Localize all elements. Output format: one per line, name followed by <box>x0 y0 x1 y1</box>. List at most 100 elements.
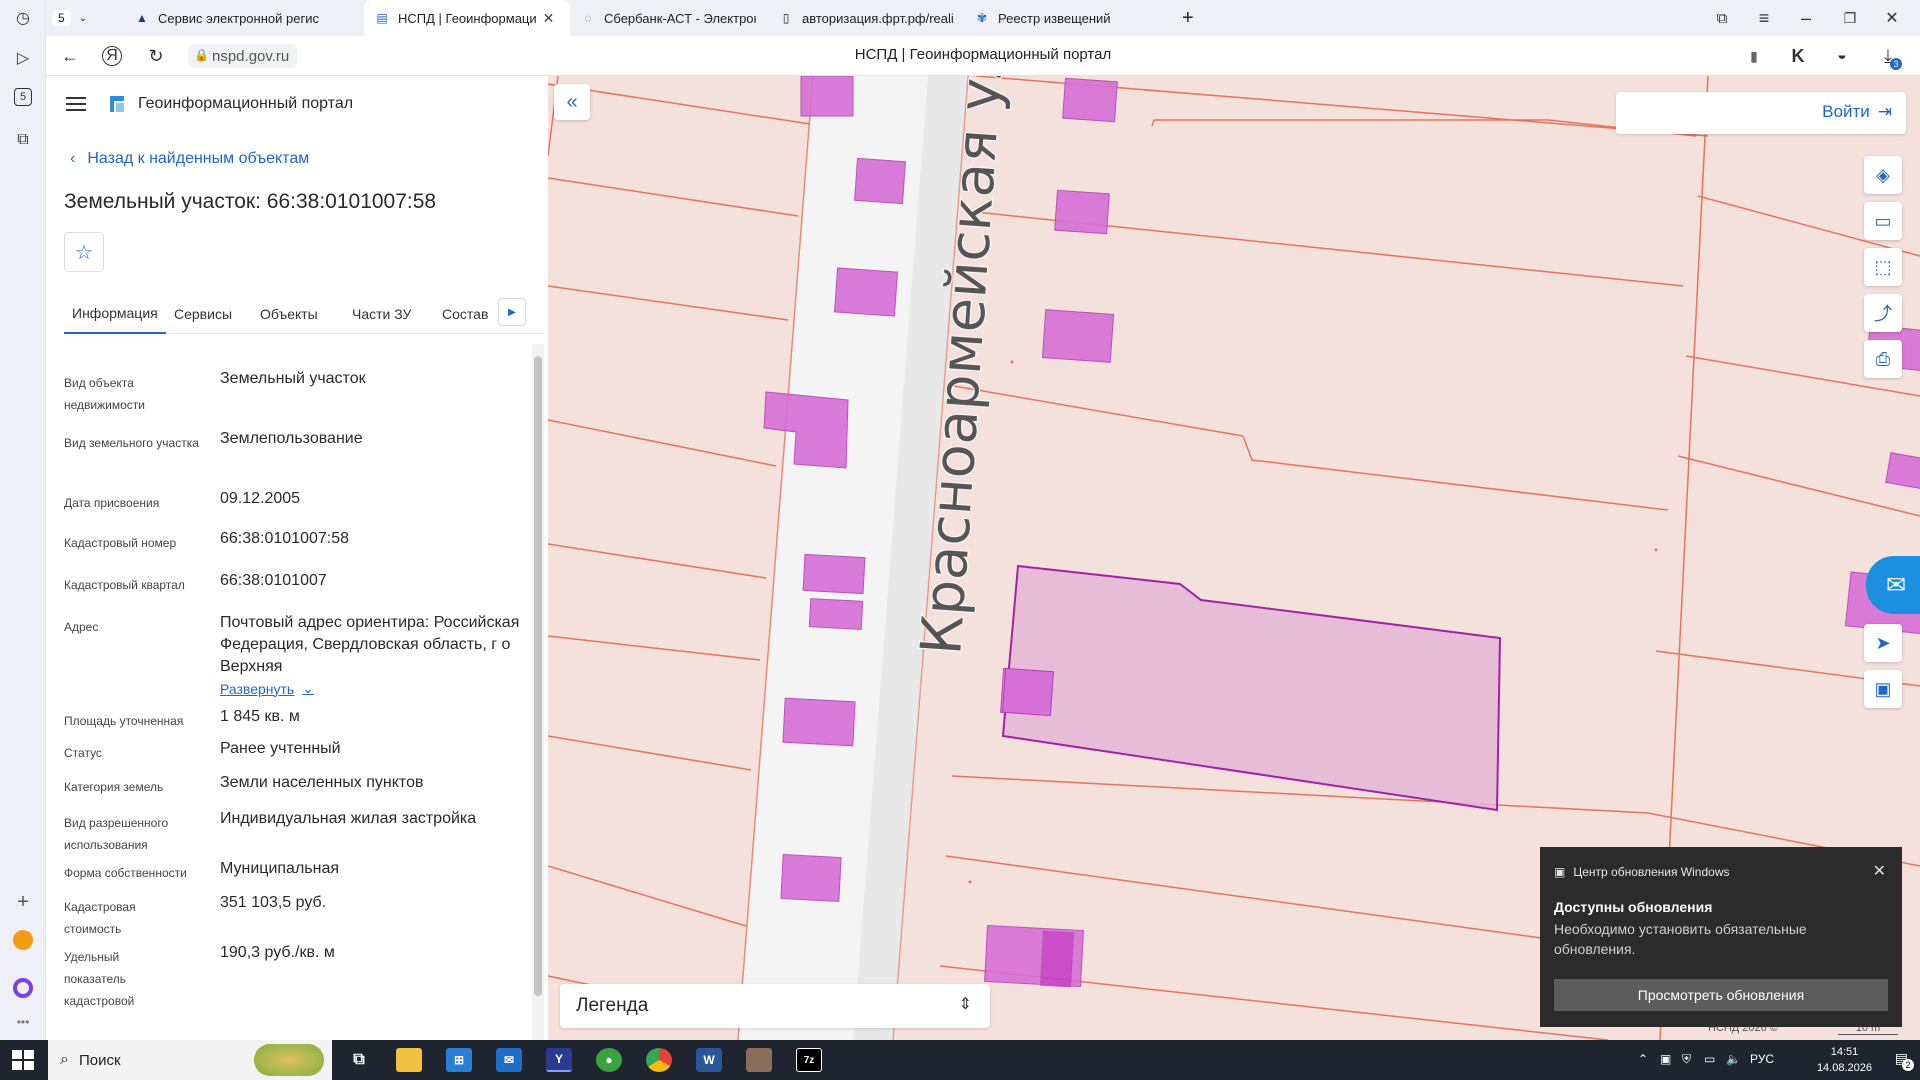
hamburger-menu-icon[interactable] <box>66 97 86 111</box>
feedback-button[interactable]: ✉ <box>1866 556 1920 614</box>
yandex-icon[interactable]: Я <box>102 46 122 66</box>
notifications-icon[interactable]: ▤ 2 <box>1895 1050 1914 1071</box>
close-icon[interactable]: ✕ <box>1873 861 1886 881</box>
info-panel: Геоинформационный портал ‹ Назад к найде… <box>46 76 548 1040</box>
tab-parts[interactable]: Части ЗУ <box>352 294 411 334</box>
url-field[interactable]: 🔒 nspd.gov.ru <box>188 44 298 68</box>
page-title: НСПД | Геоинформационный портал <box>854 46 1112 63</box>
tab-services[interactable]: Сервисы <box>174 294 232 334</box>
yandex-browser-icon[interactable]: Y <box>546 1048 572 1072</box>
tab-service-registration[interactable]: ▲ Сервис электронной регис <box>124 0 364 36</box>
extension-shield-icon[interactable]: ◒ <box>1830 44 1854 68</box>
screenshot-icon[interactable]: ⧉ <box>11 128 35 152</box>
file-explorer-icon[interactable] <box>396 1048 422 1072</box>
field-label: Форма собственности <box>64 866 187 880</box>
play-icon[interactable]: ▷ <box>11 46 35 70</box>
field-label: Площадь уточненная <box>64 714 184 728</box>
windows-start-icon[interactable] <box>12 1050 34 1070</box>
close-window-icon[interactable]: ✕ <box>1880 6 1904 30</box>
registry-favicon-icon: ✾ <box>976 11 988 25</box>
nspd-favicon-icon: ▤ <box>376 11 388 25</box>
photo-app-icon[interactable] <box>746 1048 772 1072</box>
back-arrow-icon[interactable]: ← <box>58 44 82 68</box>
tab-info[interactable]: Информация <box>64 294 166 334</box>
notifications-badge: 2 <box>1902 1059 1914 1071</box>
tab-authorization[interactable]: ▯ авторизация.фрт.рф/reali <box>768 0 964 36</box>
word-icon[interactable]: W <box>696 1048 722 1072</box>
bookmark-icon[interactable]: ▮ <box>1742 44 1766 68</box>
ruler-button[interactable]: ▭ <box>1864 202 1902 240</box>
downloads-icon[interactable]: ⤓ 3 <box>1876 44 1902 70</box>
legend-bar[interactable]: Легенда ⇕ <box>560 984 990 1028</box>
layers-button[interactable]: ◈ <box>1864 156 1902 194</box>
expand-address-link[interactable]: Развернуть ⌄ <box>220 680 314 697</box>
new-tab-button[interactable]: + <box>1172 0 1204 36</box>
toast-text: Необходимо установить обязательные обнов… <box>1554 921 1807 957</box>
select-area-button[interactable]: ⬚ <box>1864 248 1902 286</box>
field-label: Удельный показатель кадастровой <box>64 950 135 1008</box>
windows-update-icon: ▣ <box>1554 865 1566 879</box>
chevron-up-icon[interactable]: ⌃ <box>1638 1052 1648 1066</box>
search-icon: ⌕ <box>60 1051 69 1068</box>
tab-notices-registry[interactable]: ✾ Реестр извещений <box>964 0 1164 36</box>
login-button[interactable]: Войти ⇥ <box>1822 102 1892 122</box>
collections-icon[interactable]: ⧉ <box>1710 6 1734 30</box>
field-value[interactable]: 66:38:0101007 <box>220 570 520 592</box>
minimize-icon[interactable]: – <box>1794 6 1818 30</box>
store-icon[interactable]: ⊞ <box>446 1048 472 1072</box>
history-icon[interactable]: ◷ <box>11 6 35 30</box>
network-icon[interactable]: ▭ <box>1704 1052 1715 1066</box>
tab-nspd[interactable]: ▤ НСПД | Геоинформаци ✕ <box>364 0 570 36</box>
reload-icon[interactable]: ↻ <box>144 44 168 68</box>
language-indicator[interactable]: РУС <box>1750 1052 1774 1066</box>
alice-icon[interactable] <box>11 976 35 1000</box>
locate-button[interactable]: ➤ <box>1864 624 1902 662</box>
security-icon[interactable]: ⛨ <box>1682 1052 1691 1067</box>
clock-date: 14.08.2026 <box>1816 1062 1872 1074</box>
mail-app-icon[interactable]: ✉ <box>496 1048 522 1072</box>
collapse-panel-button[interactable]: « <box>554 84 590 120</box>
double-chevron-left-icon: « <box>566 90 578 113</box>
task-view-icon[interactable]: ⧉ <box>346 1048 372 1072</box>
restore-icon[interactable]: ❐ <box>1838 6 1862 30</box>
menu-icon[interactable]: ≡ <box>1752 6 1776 30</box>
field-label: Статус <box>64 746 102 760</box>
close-icon[interactable]: ✕ <box>543 10 555 27</box>
chrome-icon[interactable] <box>646 1048 672 1072</box>
field-label: Кадастровая стоимость <box>64 900 136 936</box>
taskbar-search[interactable]: ⌕ Поиск <box>48 1040 332 1080</box>
minimap-button[interactable]: ▣ <box>1864 670 1902 708</box>
add-panel-icon[interactable]: + <box>11 890 35 914</box>
field-label: Категория земель <box>64 780 164 794</box>
tabs-scroll-right-button[interactable]: ▶ <box>498 298 526 326</box>
share-button[interactable]: ⤴ <box>1864 294 1902 332</box>
volume-icon[interactable]: 🔈 <box>1726 1052 1741 1066</box>
more-icon[interactable]: ••• <box>11 1010 35 1034</box>
field-address: Адрес Почтовый адрес ориентира: Российск… <box>64 614 526 706</box>
favorite-button[interactable]: ☆ <box>64 232 104 272</box>
7zip-icon[interactable]: 7z <box>796 1048 822 1072</box>
login-label: Войти <box>1822 102 1870 121</box>
clock[interactable]: 14:51 14.08.2026 <box>1817 1044 1872 1076</box>
tabs-count-icon[interactable]: 5 <box>14 88 32 106</box>
field-value: 09.12.2005 <box>220 490 301 507</box>
back-to-results-link[interactable]: ‹ Назад к найденным объектам <box>70 150 309 168</box>
tab-composition[interactable]: Состав <box>442 294 488 334</box>
field-value[interactable]: 66:38:0101007:58 <box>220 528 520 550</box>
extension-k-icon[interactable]: K <box>1786 44 1810 68</box>
selected-parcel[interactable] <box>1001 564 1502 812</box>
share-icon: ⤴ <box>1874 304 1892 324</box>
mail-icon[interactable] <box>11 928 35 952</box>
tab-objects[interactable]: Объекты <box>260 294 318 334</box>
tab-counter[interactable]: 5 ⌄ <box>48 0 106 36</box>
tab-title: НСПД | Геоинформаци <box>398 10 537 26</box>
scroll-thumb[interactable] <box>534 356 542 996</box>
tab-sberbank-ast[interactable]: ◌ Сбербанк-АСТ - Электрон <box>570 0 766 36</box>
print-button[interactable]: ⎙ <box>1864 340 1902 378</box>
info-scrollbar[interactable] <box>532 344 544 1040</box>
field-label: Вид разрешенного использования <box>64 816 169 852</box>
messenger-icon[interactable]: ● <box>596 1048 622 1072</box>
tab-title: Сервис электронной регис <box>158 10 319 26</box>
tray-app-icon[interactable]: ▣ <box>1660 1052 1671 1066</box>
view-updates-button[interactable]: Просмотреть обновления <box>1554 979 1888 1011</box>
